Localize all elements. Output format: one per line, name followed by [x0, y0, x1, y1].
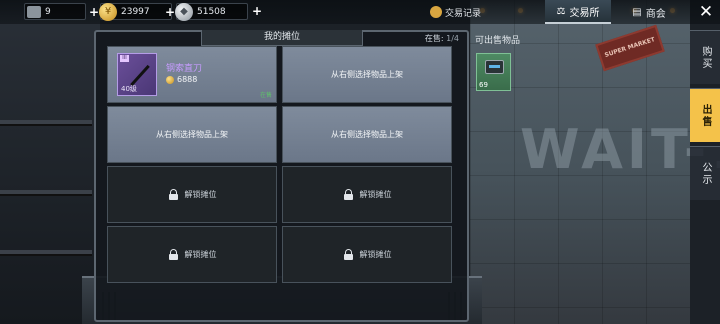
sellable-item-count: 69 — [479, 81, 488, 89]
item-level: 40级 — [121, 85, 137, 93]
item-name: 钢索直刀 — [166, 64, 203, 74]
knife-icon — [130, 64, 150, 87]
empty-slot-text: 从右侧选择物品上架 — [331, 130, 403, 139]
item-thumbnail: III 40级 — [117, 53, 157, 96]
top-bar: 9 + ¥ 23997 + ◆ 51508 + 交易记录 ⚖ 交易所 ▤ 商会 … — [0, 0, 720, 24]
gold-coin-icon — [166, 75, 174, 84]
unlock-slot-text: 解锁摊位 — [184, 190, 217, 199]
stall-slot-empty[interactable]: 从右侧选择物品上架 — [282, 46, 452, 103]
shop-icon: ▤ — [632, 6, 642, 18]
tab-shop-label: 商会 — [645, 8, 666, 20]
on-sale-count: 1/4 — [446, 34, 459, 43]
supply-box-icon — [485, 60, 504, 74]
shelf — [0, 250, 92, 256]
trade-record-button[interactable]: 交易记录 — [430, 3, 481, 21]
stall-slot-empty[interactable]: 从右侧选择物品上架 — [282, 106, 452, 163]
close-icon: ✕ — [698, 2, 714, 22]
silver-counter: + ◆ 51508 — [165, 2, 248, 21]
sellable-items-label: 可出售物品 — [475, 36, 521, 46]
ticket-icon — [27, 5, 41, 18]
tab-buy[interactable]: 购买 — [690, 30, 720, 84]
shelf — [0, 190, 92, 196]
tab-announce-label: 公示 — [700, 161, 711, 186]
sellable-item[interactable]: 69 — [476, 53, 511, 91]
side-tabs: 购买 出售 公示 — [690, 30, 720, 200]
silver-coin-icon: ◆ — [175, 2, 193, 21]
empty-slot-text: 从右侧选择物品上架 — [156, 130, 228, 139]
unlock-slot-text: 解锁摊位 — [184, 250, 217, 259]
stall-slot-empty[interactable]: 从右侧选择物品上架 — [107, 106, 277, 163]
my-stall-panel: 我的摊位 在售: 1/4 III 40级 钢索直刀 6888 在售 从右侧选择物… — [94, 30, 469, 322]
unlock-slot-text: 解锁摊位 — [359, 250, 392, 259]
trade-record-icon — [430, 6, 442, 18]
close-button[interactable]: ✕ — [694, 1, 718, 23]
stall-slot-locked[interactable]: 解锁摊位 — [282, 226, 452, 283]
item-tier-badge: III — [120, 55, 129, 62]
stall-slot-locked[interactable]: 解锁摊位 — [107, 166, 277, 223]
gold-value: 23997 — [121, 6, 150, 17]
tab-buy-label: 购买 — [700, 45, 711, 70]
ticket-counter: 9 — [24, 3, 86, 20]
stall-slot-locked[interactable]: 解锁摊位 — [107, 226, 277, 283]
unlock-slot-text: 解锁摊位 — [359, 190, 392, 199]
stall-slot-filled[interactable]: III 40级 钢索直刀 6888 在售 — [107, 46, 277, 103]
lock-icon — [168, 189, 179, 200]
on-sale-counter: 在售: 1/4 — [425, 33, 459, 44]
tab-announce[interactable]: 公示 — [690, 146, 720, 200]
gold-coin-icon: ¥ — [99, 2, 117, 21]
item-status: 在售 — [259, 92, 272, 99]
item-price-value: 6888 — [177, 75, 198, 84]
lock-icon — [168, 249, 179, 260]
lock-icon — [343, 249, 354, 260]
stall-slot-locked[interactable]: 解锁摊位 — [282, 166, 452, 223]
scale-icon: ⚖ — [556, 5, 566, 17]
silver-value: 51508 — [197, 6, 226, 17]
tab-shop[interactable]: ▤ 商会 — [616, 0, 682, 24]
tab-sell[interactable]: 出售 — [690, 88, 720, 142]
trade-record-label: 交易记录 — [445, 8, 482, 19]
panel-title: 我的摊位 — [201, 30, 363, 46]
lock-icon — [343, 189, 354, 200]
tab-exchange-label: 交易所 — [569, 7, 600, 19]
add-silver-button[interactable]: + — [252, 4, 262, 18]
shelf — [0, 120, 92, 126]
empty-slot-text: 从右侧选择物品上架 — [331, 70, 403, 79]
gold-counter: + ¥ 23997 — [89, 2, 172, 21]
on-sale-label: 在售: — [424, 34, 444, 43]
ticket-value: 9 — [45, 6, 51, 17]
item-price: 6888 — [166, 75, 197, 84]
add-ticket-button[interactable]: + — [89, 5, 99, 19]
add-gold-button[interactable]: + — [165, 5, 175, 19]
tab-sell-label: 出售 — [700, 103, 711, 128]
tab-exchange[interactable]: ⚖ 交易所 — [545, 0, 611, 24]
